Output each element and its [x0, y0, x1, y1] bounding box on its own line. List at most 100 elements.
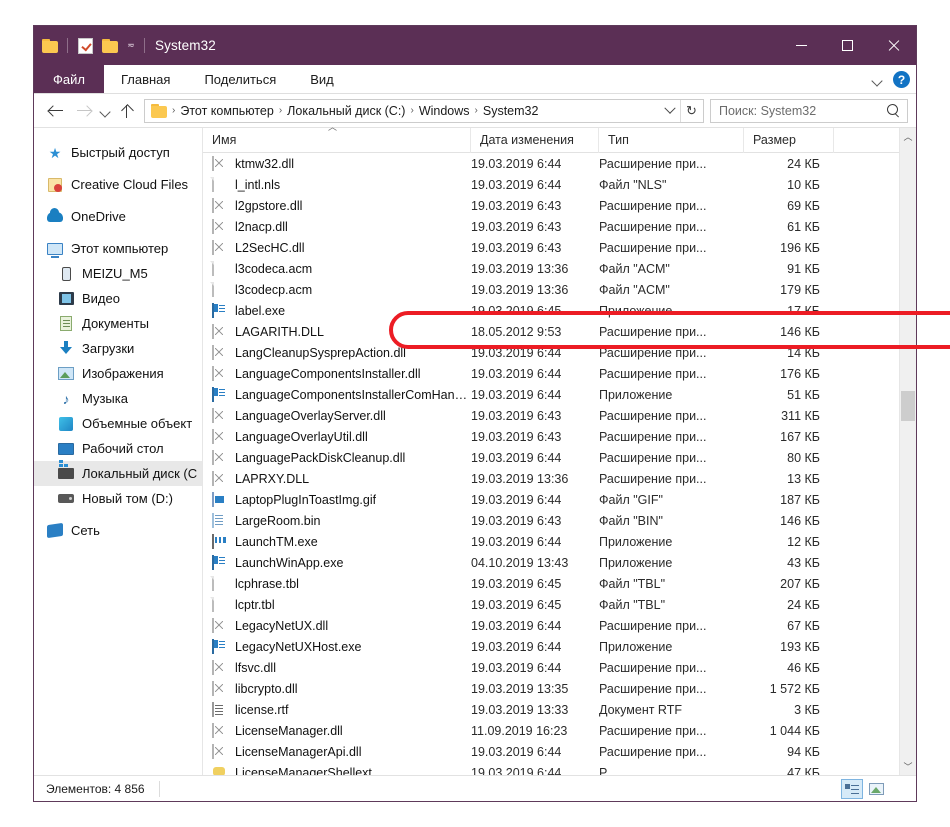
table-row[interactable]: lcphrase.tbl 19.03.2019 6:45 Файл "TBL" 207… — [203, 573, 916, 594]
file-name-label: label.exe — [235, 303, 286, 318]
tab-share[interactable]: Поделиться — [187, 65, 293, 93]
table-row[interactable]: LanguageOverlayUtil.dll 19.03.2019 6:43 Ра… — [203, 426, 916, 447]
table-row[interactable]: l3codecp.acm 19.03.2019 13:36 Файл "ACM" 17… — [203, 279, 916, 300]
breadcrumb-item-local-disk[interactable]: Локальный диск (C:) — [283, 104, 409, 118]
refresh-icon[interactable]: ↻ — [680, 99, 702, 122]
maximize-button[interactable] — [824, 26, 870, 65]
close-button[interactable] — [870, 26, 916, 65]
dll-file-icon — [212, 365, 228, 382]
table-row[interactable]: LaunchWinApp.exe 04.10.2019 13:43 Приложен… — [203, 552, 916, 573]
scrollbar-track[interactable] — [900, 145, 916, 758]
table-row[interactable]: LaptopPlugInToastImg.gif 19.03.2019 6:44 Ф… — [203, 489, 916, 510]
sidebar-item-desktop[interactable]: Рабочий стол — [34, 436, 202, 461]
back-button[interactable] — [44, 98, 70, 124]
file-date-cell: 19.03.2019 6:44 — [471, 156, 562, 171]
search-input[interactable]: Поиск: System32 — [710, 98, 908, 123]
chevron-down-icon[interactable]: ≂ — [124, 41, 138, 50]
breadcrumb-item-system32[interactable]: System32 — [479, 104, 543, 118]
file-name-cell: L2SecHC.dll — [203, 239, 471, 256]
view-mode-buttons — [841, 779, 887, 799]
file-date-cell: 19.03.2019 6:43 — [471, 240, 562, 255]
table-row[interactable]: LangCleanupSysprepAction.dll 19.03.2019 6… — [203, 342, 916, 363]
file-name-cell: lfsvc.dll — [203, 659, 471, 676]
address-dropdown-icon[interactable] — [660, 100, 680, 122]
table-row[interactable]: lfsvc.dll 19.03.2019 6:44 Расширение при..… — [203, 657, 916, 678]
table-row[interactable]: license.rtf 19.03.2019 13:33 Документ RTF 3… — [203, 699, 916, 720]
expand-ribbon-icon[interactable] — [870, 73, 884, 87]
table-row[interactable]: lcptr.tbl 19.03.2019 6:45 Файл "TBL" 24 КБ — [203, 594, 916, 615]
table-row[interactable]: LicenseManagerShellext 19.03.2019 6:44 Р 47… — [203, 762, 916, 776]
table-row[interactable]: LargeRoom.bin 19.03.2019 6:43 Файл "BIN" 14… — [203, 510, 916, 531]
table-row[interactable]: LAPRXY.DLL 19.03.2019 13:36 Расширение при… — [203, 468, 916, 489]
table-row[interactable]: LanguagePackDiskCleanup.dll 19.03.2019 6:… — [203, 447, 916, 468]
table-row[interactable]: LanguageComponentsInstallerComHand... 19.… — [203, 384, 916, 405]
scrollbar-thumb[interactable] — [901, 391, 915, 421]
file-rows[interactable]: ktmw32.dll 19.03.2019 6:44 Расширение при.… — [203, 153, 916, 775]
folder-icon[interactable] — [39, 35, 61, 57]
vertical-scrollbar[interactable]: ︿ ﹀ — [899, 128, 916, 775]
table-row[interactable]: LicenseManager.dll 11.09.2019 16:23 Расшир… — [203, 720, 916, 741]
file-date-cell: 19.03.2019 6:44 — [471, 639, 562, 654]
table-row[interactable]: label.exe 19.03.2019 6:45 Приложение 17 КБ — [203, 300, 916, 321]
sidebar-item-local-disk-c[interactable]: Локальный диск (C — [34, 461, 202, 486]
documents-icon — [57, 316, 75, 332]
scroll-up-icon[interactable]: ︿ — [900, 128, 916, 145]
sidebar-item-network[interactable]: Сеть — [34, 518, 202, 543]
sidebar-item-quick-access[interactable]: ★ Быстрый доступ — [34, 140, 202, 165]
thumbnails-view-button[interactable] — [865, 779, 887, 799]
sidebar-item-onedrive[interactable]: OneDrive — [34, 204, 202, 229]
exe-file-icon — [212, 386, 228, 403]
file-size-cell: 146 КБ — [780, 513, 820, 528]
sidebar-item-music[interactable]: ♪ Музыка — [34, 386, 202, 411]
file-type-glyph — [212, 701, 214, 717]
table-row[interactable]: LegacyNetUXHost.exe 19.03.2019 6:44 Прилож… — [203, 636, 916, 657]
table-row[interactable]: LanguageOverlayServer.dll 19.03.2019 6:43… — [203, 405, 916, 426]
table-row[interactable]: LaunchTM.exe 19.03.2019 6:44 Приложение 12 … — [203, 531, 916, 552]
up-button[interactable] — [114, 98, 140, 124]
new-folder-icon[interactable] — [99, 35, 121, 57]
file-type-cell: Расширение при... — [599, 156, 707, 171]
sidebar-item-meizu-m5[interactable]: MEIZU_M5 — [34, 261, 202, 286]
scroll-down-icon[interactable]: ﹀ — [900, 758, 916, 775]
file-type-glyph — [212, 575, 214, 591]
table-row[interactable]: LicenseManagerApi.dll 19.03.2019 6:44 Расш… — [203, 741, 916, 762]
sidebar-item-pictures[interactable]: Изображения — [34, 361, 202, 386]
minimize-button[interactable] — [778, 26, 824, 65]
breadcrumb[interactable]: › Этот компьютер › Локальный диск (C:) ›… — [144, 98, 704, 123]
recent-locations-button[interactable] — [96, 98, 114, 124]
table-row[interactable]: ktmw32.dll 19.03.2019 6:44 Расширение при.… — [203, 153, 916, 174]
table-row[interactable]: LegacyNetUX.dll 19.03.2019 6:44 Расширение… — [203, 615, 916, 636]
breadcrumb-item-windows[interactable]: Windows — [415, 104, 474, 118]
sidebar-item-downloads[interactable]: Загрузки — [34, 336, 202, 361]
tab-home[interactable]: Главная — [104, 65, 187, 93]
table-row[interactable]: LAGARITH.DLL 18.05.2012 9:53 Расширение пр… — [203, 321, 916, 342]
column-header-type[interactable]: Тип — [599, 127, 744, 153]
properties-icon[interactable] — [74, 35, 96, 57]
table-row[interactable]: libcrypto.dll 19.03.2019 13:35 Расширение … — [203, 678, 916, 699]
column-header-size[interactable]: Размер — [744, 127, 834, 153]
sidebar-item-creative-cloud-files[interactable]: Creative Cloud Files — [34, 172, 202, 197]
column-header-date-modified[interactable]: Дата изменения — [471, 127, 599, 153]
forward-button[interactable] — [70, 98, 96, 124]
window-controls — [778, 26, 916, 65]
sidebar-item-new-volume-d[interactable]: Новый том (D:) — [34, 486, 202, 511]
table-row[interactable]: LanguageComponentsInstaller.dll 19.03.201… — [203, 363, 916, 384]
table-row[interactable]: l_intl.nls 19.03.2019 6:44 Файл "NLS" 10 КБ — [203, 174, 916, 195]
file-type-cell: Файл "TBL" — [599, 597, 666, 612]
sidebar-item-videos[interactable]: Видео — [34, 286, 202, 311]
column-header-name[interactable]: Имя ︿ — [203, 122, 471, 153]
help-icon[interactable]: ? — [893, 71, 910, 88]
tab-view[interactable]: Вид — [293, 65, 351, 93]
sidebar-item-this-pc[interactable]: Этот компьютер — [34, 236, 202, 261]
sidebar-item-3d-objects[interactable]: Объемные объект — [34, 411, 202, 436]
breadcrumb-item-this-pc[interactable]: Этот компьютер — [176, 104, 277, 118]
table-row[interactable]: L2SecHC.dll 19.03.2019 6:43 Расширение при… — [203, 237, 916, 258]
tab-file[interactable]: Файл — [34, 65, 104, 93]
file-size-cell: 1 044 КБ — [769, 723, 820, 738]
details-view-button[interactable] — [841, 779, 863, 799]
file-type-cell: Расширение при... — [599, 681, 707, 696]
sidebar-item-documents[interactable]: Документы — [34, 311, 202, 336]
table-row[interactable]: l3codeca.acm 19.03.2019 13:36 Файл "ACM" 91… — [203, 258, 916, 279]
table-row[interactable]: l2gpstore.dll 19.03.2019 6:43 Расширение п… — [203, 195, 916, 216]
table-row[interactable]: l2nacp.dll 19.03.2019 6:43 Расширение при.… — [203, 216, 916, 237]
